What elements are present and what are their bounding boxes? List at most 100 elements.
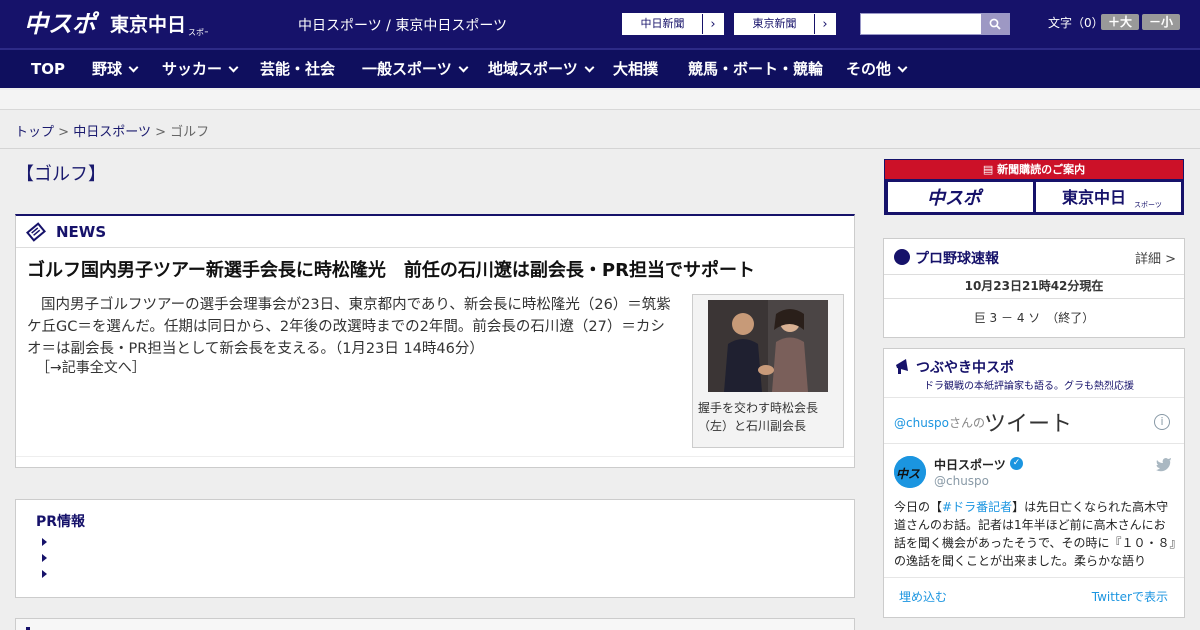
pro-baseball-widget: プロ野球速報 詳細 > 10月23日21時42分現在 巨 3 － 4 ソ （終了… [883,238,1185,338]
tokyo-shimbun-label: 東京新聞 [735,14,815,34]
nav-item-baseball[interactable]: 野球 [92,50,139,88]
tweet-user-name[interactable]: 中日スポーツ [934,456,1006,473]
svg-text:スポーツ: スポーツ [188,28,208,37]
twitter-widget-header: つぶやき中スポ ドラ観戦の本紙評論家も語る。グラも熱烈応援 [884,349,1184,397]
avatar[interactable]: 中ス [894,456,926,488]
breadcrumb-current: ゴルフ [170,125,210,140]
chevron-right-icon: › [822,16,828,32]
news-section: NEWS ゴルフ国内男子ツアー新選手会長に時松隆光 前任の石川遼は副会長・PR担… [15,214,855,468]
subscription-banner[interactable]: ▤ 新聞購読のご案内 中スポ 東京中日 スポーツ [884,159,1184,215]
page-title: 【ゴルフ】 [16,164,106,185]
tokyo-chunichi-logo[interactable]: 東京中日 スポーツ [110,10,208,38]
handle-text: @chuspo [894,416,950,430]
search-icon [989,18,1001,30]
divider [16,456,854,457]
timeline-handle[interactable]: @chuspoさんの [894,414,985,431]
tweet-hashtag-link[interactable]: #ドラ番記者 [942,500,1012,514]
chevron-down-icon [584,62,595,73]
nav-item-other[interactable]: その他 [846,50,908,88]
nav-label: 競馬・ボート・競輪 [688,60,824,78]
subscription-label: 新聞購読のご案内 [997,163,1086,176]
tweet-text-part: 今日の【 [894,500,943,514]
chevron-down-icon [897,62,908,73]
tokyo-shimbun-link[interactable]: 東京新聞 › [734,13,836,35]
article-body: 国内男子ゴルフツアーの選手会理事会が23日、東京都内であり、新会長に時松隆光（2… [27,297,671,357]
pr-title: PR情報 [36,514,86,530]
nav-item-top[interactable]: TOP [31,50,65,88]
font-smaller-button[interactable]: －小 [1142,14,1180,30]
article-photo: 握手を交わす時松会長（左）と石川副会長 [692,294,844,448]
nav-label: 一般スポーツ [362,60,452,78]
breadcrumb-separator: > [155,125,166,140]
verified-icon: ✓ [1010,457,1023,470]
twitter-widget-subtitle: ドラ観戦の本紙評論家も語る。グラも熱烈応援 [924,381,1134,392]
search-button[interactable] [981,14,1009,34]
timeline-footer: 埋め込む Twitterで表示 [884,577,1184,617]
embed-link[interactable]: 埋め込む [899,588,947,605]
subscribe-tokyo-chunichi-button[interactable]: 東京中日 スポーツ [1036,182,1181,212]
view-on-twitter-link[interactable]: Twitterで表示 [1092,588,1168,605]
nav-label: 野球 [92,60,123,78]
twitter-widget-title: つぶやき中スポ [916,360,1014,376]
site-tagline: 中日スポーツ / 東京中日スポーツ [298,18,508,34]
svg-text:中スポ: 中スポ [927,188,984,209]
font-size-label: 文字（0） [1048,16,1104,30]
header-strip [0,90,1200,110]
news-section-label: NEWS [56,222,107,241]
nav-label: 大相撲 [613,60,659,78]
nav-item-sumo[interactable]: 大相撲 [613,50,658,88]
nav-label: その他 [846,60,892,78]
pr-bullet-icon[interactable] [42,554,47,562]
subscribe-chuspo-button[interactable]: 中スポ [888,182,1033,212]
svg-text:中スポ: 中スポ [24,10,100,38]
handle-suffix: さんの [949,416,986,430]
nav-item-soccer[interactable]: サッカー [162,50,239,88]
site-header: 中スポ 東京中日 スポーツ 中日スポーツ / 東京中日スポーツ 中日新聞 › 東… [0,0,1200,48]
pro-baseball-title: プロ野球速報 [915,251,999,267]
main-nav: TOP 野球 サッカー 芸能・社会 一般スポーツ 地域スポーツ 大相撲 競馬・ボ… [0,48,1200,88]
svg-text:中ス: 中ス [896,467,920,481]
svg-text:東京中日: 東京中日 [1062,188,1126,207]
info-icon[interactable]: i [1154,414,1170,430]
chuspo-logo[interactable]: 中スポ [24,8,100,38]
news-header: NEWS [16,216,854,248]
search-box [860,13,1010,35]
tweet-text: 今日の【#ドラ番記者】は先日亡くなられた高木守道さんのお話。記者は1年半ほど前に… [894,498,1176,574]
breadcrumb-top-link[interactable]: トップ [15,125,54,140]
breadcrumb-chuspo-link[interactable]: 中日スポーツ [73,125,151,140]
font-bigger-button[interactable]: ＋大 [1101,14,1139,30]
pro-baseball-detail-link[interactable]: 詳細 > [1135,248,1176,267]
svg-text:スポーツ: スポーツ [1134,201,1162,209]
photo-caption: 握手を交わす時松会長（左）と石川副会長 [698,401,819,433]
tweet-user-handle[interactable]: @chuspo [934,474,989,488]
baseball-icon [894,249,910,265]
twitter-widget: つぶやき中スポ ドラ観戦の本紙評論家も語る。グラも熱烈応援 @chuspoさんの… [883,348,1185,618]
pr-section: PR情報 [15,499,855,598]
timeline-title: ツイート [984,412,1073,437]
svg-text:東京中日: 東京中日 [110,13,186,36]
nav-item-entertainment[interactable]: 芸能・社会 [260,50,335,88]
nav-item-general-sports[interactable]: 一般スポーツ [362,50,469,88]
breadcrumb-separator: > [58,125,70,140]
nav-label: TOP [31,60,65,78]
handshake-photo[interactable] [708,300,828,392]
search-input[interactable] [861,14,981,34]
pr-bullet-icon[interactable] [42,538,47,546]
subscription-title: ▤ 新聞購読のご案内 [885,160,1183,179]
pro-baseball-time: 10月23日21時42分現在 [884,275,1184,299]
breaking-news-section [15,618,855,630]
nav-item-regional-sports[interactable]: 地域スポーツ [488,50,595,88]
newspaper-icon [26,221,46,242]
timeline-header: @chuspoさんの ツイート i [884,398,1184,444]
nav-label: 地域スポーツ [488,60,578,78]
twitter-bird-icon[interactable] [1156,458,1172,472]
chunichi-shimbun-link[interactable]: 中日新聞 › [622,13,724,35]
pr-bullet-icon[interactable] [42,570,47,578]
nav-item-racing[interactable]: 競馬・ボート・競輪 [688,50,823,88]
read-more-link[interactable]: ［→記事全文へ］ [36,357,146,377]
breadcrumb: トップ > 中日スポーツ > ゴルフ [0,111,1200,149]
megaphone-icon [896,359,908,374]
nav-label: 芸能・社会 [260,60,336,78]
pro-baseball-score[interactable]: 巨 3 － 4 ソ （終了） [884,299,1184,337]
article-headline[interactable]: ゴルフ国内男子ツアー新選手会長に時松隆光 前任の石川遼は副会長・PR担当でサポー… [27,259,854,283]
